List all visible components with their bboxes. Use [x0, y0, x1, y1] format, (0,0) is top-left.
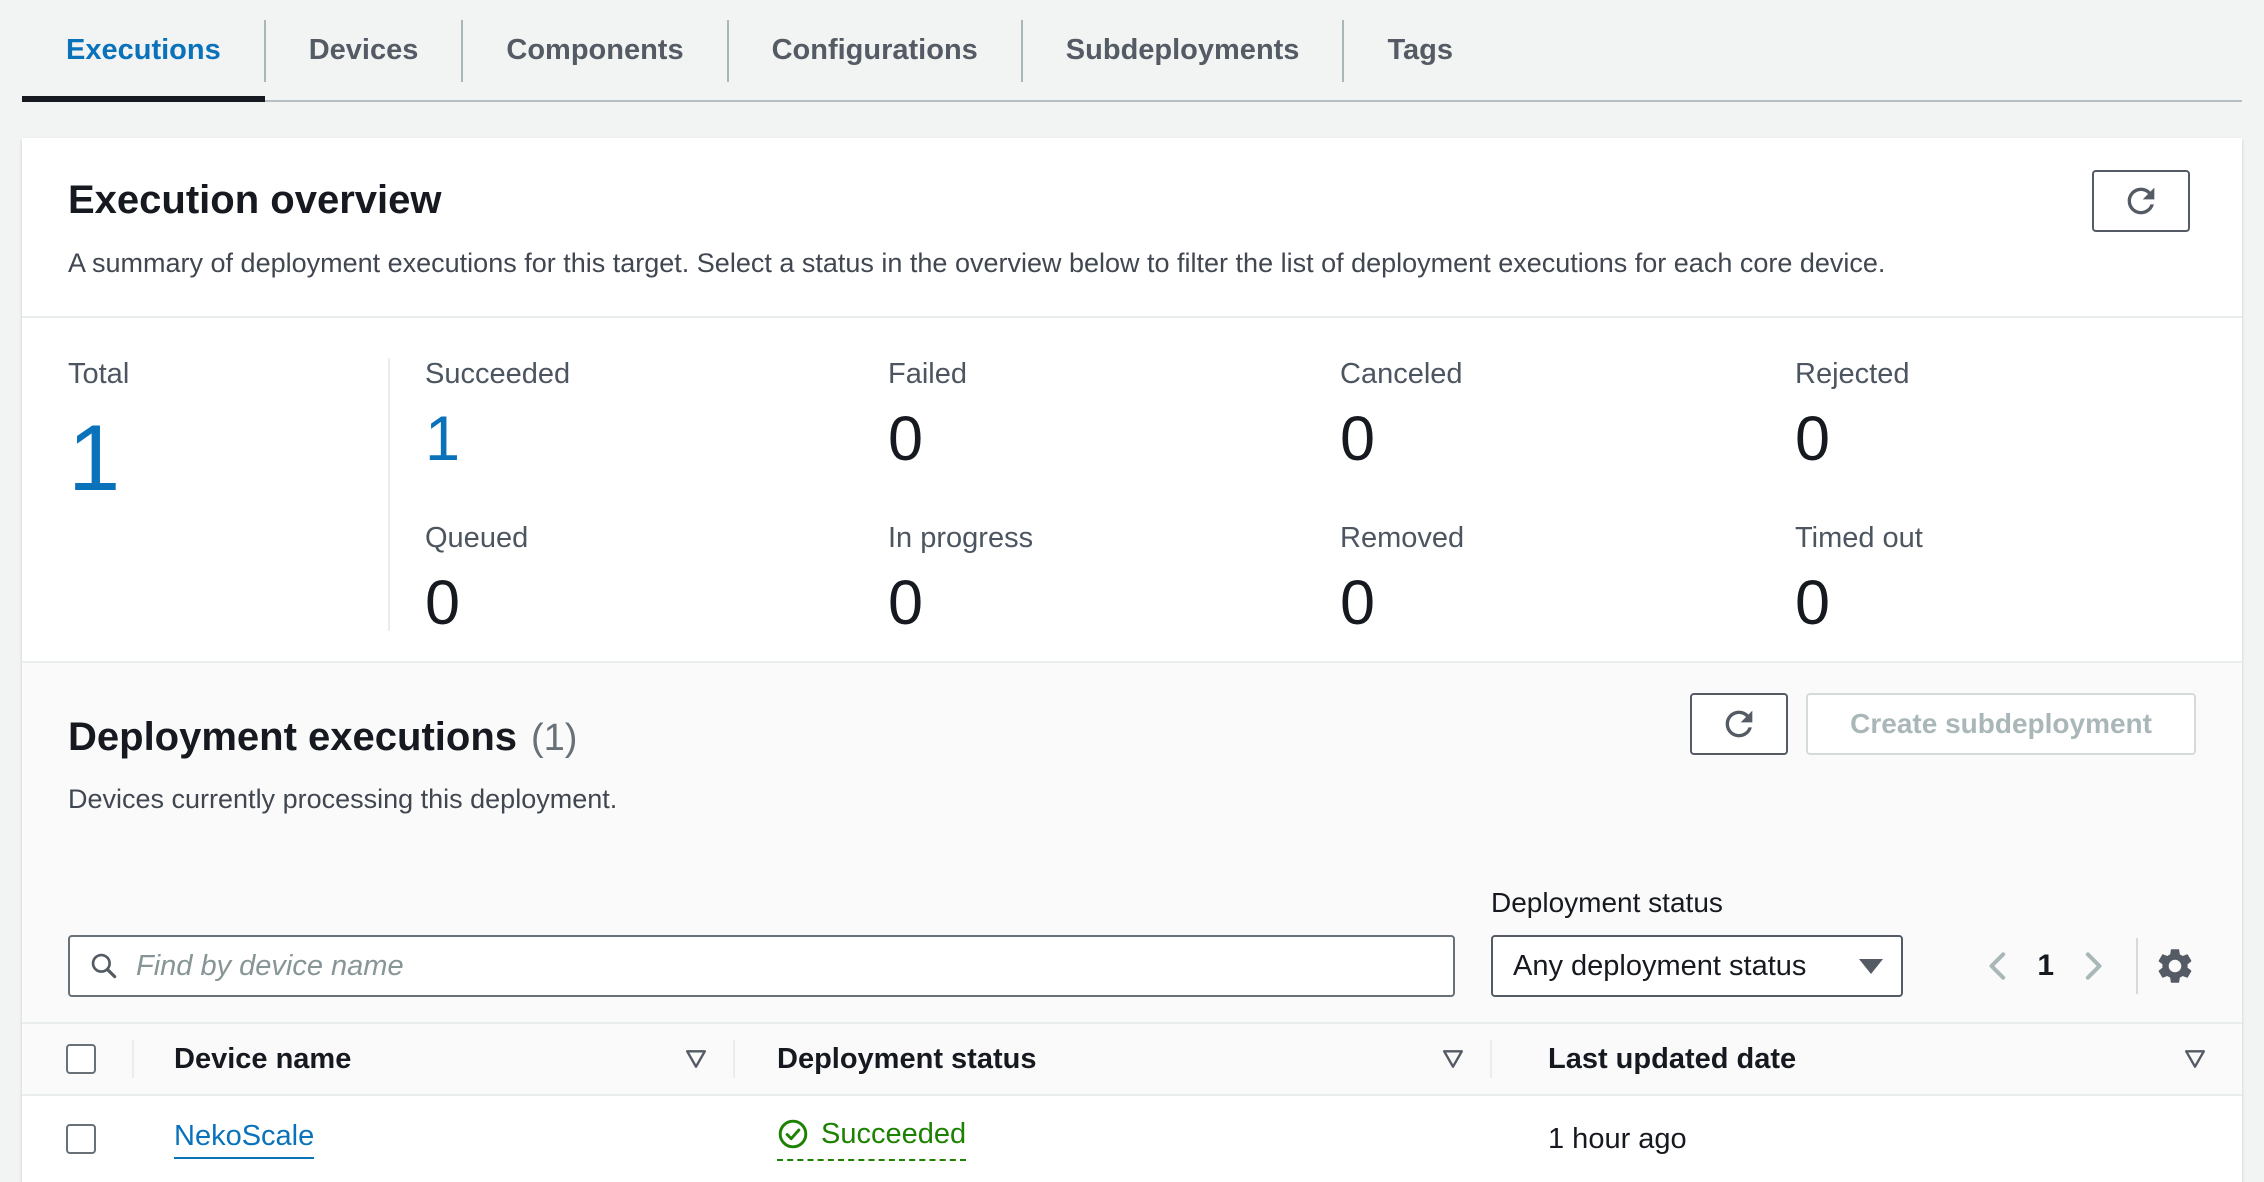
tab-tags[interactable]: Tags — [1343, 0, 1497, 100]
device-search-input[interactable] — [136, 950, 1435, 983]
tab-subdeployments[interactable]: Subdeployments — [1022, 0, 1344, 100]
refresh-icon — [2121, 181, 2161, 221]
stat-queued-value[interactable]: 0 — [425, 568, 888, 638]
deployment-executions-description: Devices currently processing this deploy… — [68, 784, 2196, 815]
status-filter: Deployment status Any deployment status — [1491, 887, 1903, 997]
column-header-device-name[interactable]: Device name — [132, 1024, 733, 1094]
stat-label: Total — [68, 358, 388, 390]
stat-label: Queued — [425, 522, 888, 554]
row-checkbox[interactable] — [66, 1124, 96, 1154]
stat-succeeded: Succeeded 1 — [425, 358, 888, 474]
select-all-checkbox[interactable] — [66, 1044, 96, 1074]
refresh-overview-button[interactable] — [2092, 170, 2190, 232]
execution-overview-description: A summary of deployment executions for t… — [68, 248, 2196, 279]
chevron-right-icon — [2072, 946, 2112, 986]
column-label: Device name — [174, 1043, 351, 1076]
stat-failed-value[interactable]: 0 — [888, 404, 1340, 474]
next-page-button[interactable] — [2064, 946, 2120, 986]
stat-label: Canceled — [1340, 358, 1795, 390]
stat-in-progress: In progress 0 — [888, 522, 1340, 638]
caret-down-icon — [1859, 959, 1883, 974]
stat-canceled-value[interactable]: 0 — [1340, 404, 1795, 474]
stat-timed-out-value[interactable]: 0 — [1795, 568, 2242, 638]
stat-grid: Succeeded 1 Failed 0 Canceled 0 Rejected… — [390, 358, 2242, 631]
deployment-executions-section: Deployment executions (1) Create subdepl… — [22, 661, 2242, 1096]
table-settings-button[interactable] — [2154, 945, 2196, 987]
stat-succeeded-value[interactable]: 1 — [425, 404, 888, 474]
stat-queued: Queued 0 — [425, 522, 888, 638]
refresh-icon — [1719, 704, 1759, 744]
filter-triangle-icon — [1442, 1049, 1464, 1069]
panel-head: Deployment executions (1) Create subdepl… — [68, 715, 2196, 760]
stat-canceled: Canceled 0 — [1340, 358, 1795, 474]
previous-page-button[interactable] — [1971, 946, 2027, 986]
stat-total-value[interactable]: 1 — [68, 408, 388, 508]
filter-triangle-icon — [685, 1049, 707, 1069]
stat-removed-value[interactable]: 0 — [1340, 568, 1795, 638]
stat-label: Succeeded — [425, 358, 888, 390]
create-subdeployment-button[interactable]: Create subdeployment — [1806, 693, 2196, 755]
divider — [2136, 938, 2138, 994]
tab-executions[interactable]: Executions — [22, 0, 265, 100]
stat-label: In progress — [888, 522, 1340, 554]
execution-stats: Total 1 Succeeded 1 Failed 0 Canceled 0 … — [22, 316, 2242, 661]
tab-components[interactable]: Components — [462, 0, 727, 100]
stat-removed: Removed 0 — [1340, 522, 1795, 638]
tab-bar: Executions Devices Components Configurat… — [22, 0, 2242, 102]
stat-failed: Failed 0 — [888, 358, 1340, 474]
stat-in-progress-value[interactable]: 0 — [888, 568, 1340, 638]
chevron-left-icon — [1979, 946, 2019, 986]
stat-label: Timed out — [1795, 522, 2242, 554]
current-page[interactable]: 1 — [2037, 949, 2054, 983]
deployment-executions-title: Deployment executions — [68, 715, 517, 759]
search-box — [68, 935, 1455, 997]
stat-total: Total 1 — [68, 358, 390, 631]
device-name-link[interactable]: NekoScale — [174, 1120, 314, 1159]
execution-overview-section: Execution overview A summary of deployme… — [22, 138, 2242, 316]
status-badge[interactable]: Succeeded — [777, 1118, 966, 1161]
column-label: Last updated date — [1548, 1043, 1796, 1076]
last-updated-value: 1 hour ago — [1548, 1123, 1687, 1156]
pagination: 1 — [1971, 935, 2196, 997]
column-label: Deployment status — [777, 1043, 1036, 1076]
search-icon — [88, 950, 136, 982]
filter-triangle-icon — [2184, 1049, 2206, 1069]
gear-icon — [2154, 945, 2196, 987]
column-header-deployment-status[interactable]: Deployment status — [733, 1024, 1490, 1094]
tab-configurations[interactable]: Configurations — [728, 0, 1022, 100]
status-select[interactable]: Any deployment status — [1491, 935, 1903, 997]
status-label: Succeeded — [821, 1118, 966, 1151]
stat-rejected: Rejected 0 — [1795, 358, 2242, 474]
table-row: NekoScale Succeeded 1 hour ago — [22, 1096, 2242, 1182]
status-filter-label: Deployment status — [1491, 887, 1903, 919]
stat-label: Failed — [888, 358, 1340, 390]
status-select-value: Any deployment status — [1513, 950, 1806, 983]
stat-label: Removed — [1340, 522, 1795, 554]
refresh-table-button[interactable] — [1690, 693, 1788, 755]
column-header-last-updated[interactable]: Last updated date — [1490, 1024, 2242, 1094]
check-circle-icon — [777, 1118, 809, 1150]
filter-row: Deployment status Any deployment status … — [68, 887, 2196, 997]
execution-overview-title: Execution overview — [68, 178, 2196, 222]
row-counter: (1) — [531, 717, 577, 760]
table-header-row: Device name Deployment status Last updat… — [22, 1022, 2242, 1096]
stat-rejected-value[interactable]: 0 — [1795, 404, 2242, 474]
deployment-detail-card: Execution overview A summary of deployme… — [22, 138, 2242, 1182]
stat-label: Rejected — [1795, 358, 2242, 390]
stat-timed-out: Timed out 0 — [1795, 522, 2242, 638]
tab-devices[interactable]: Devices — [265, 0, 463, 100]
